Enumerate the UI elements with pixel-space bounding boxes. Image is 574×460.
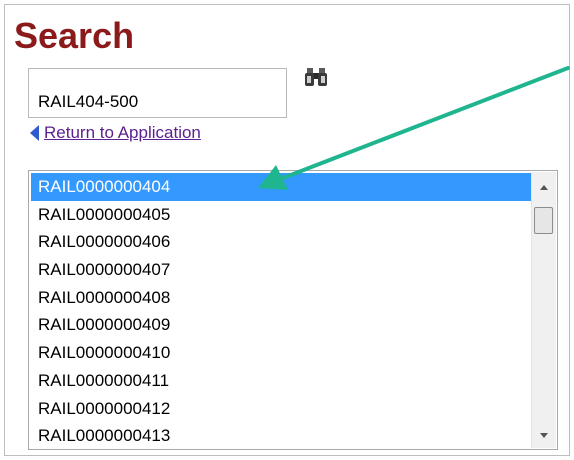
list-item[interactable]: RAIL0000000404: [31, 173, 541, 201]
list-item[interactable]: RAIL0000000409: [31, 311, 541, 339]
results-listbox[interactable]: RAIL0000000404 RAIL0000000405 RAIL00000004…: [28, 170, 558, 450]
list-item[interactable]: RAIL0000000412: [31, 395, 541, 423]
return-link-label: Return to Application: [44, 123, 201, 142]
list-item[interactable]: RAIL0000000413: [31, 422, 541, 449]
list-item[interactable]: RAIL0000000405: [31, 201, 541, 229]
scroll-down-button[interactable]: [532, 424, 556, 446]
scroll-up-button[interactable]: [532, 176, 556, 198]
scroll-thumb[interactable]: [534, 207, 553, 234]
results-list: RAIL0000000404 RAIL0000000405 RAIL00000004…: [31, 173, 541, 449]
chevron-up-icon: [540, 184, 548, 190]
return-to-application-link[interactable]: Return to Application: [30, 122, 201, 144]
list-item[interactable]: RAIL0000000407: [31, 256, 541, 284]
search-input[interactable]: [28, 68, 287, 118]
scrollbar[interactable]: [531, 172, 556, 448]
list-item[interactable]: RAIL0000000406: [31, 228, 541, 256]
page-title: Search: [14, 15, 135, 56]
list-item[interactable]: RAIL0000000411: [31, 367, 541, 395]
binoculars-icon[interactable]: [305, 67, 327, 87]
left-triangle-icon: [30, 125, 39, 141]
list-item[interactable]: RAIL0000000408: [31, 284, 541, 312]
list-item[interactable]: RAIL0000000410: [31, 339, 541, 367]
chevron-down-icon: [540, 432, 548, 438]
